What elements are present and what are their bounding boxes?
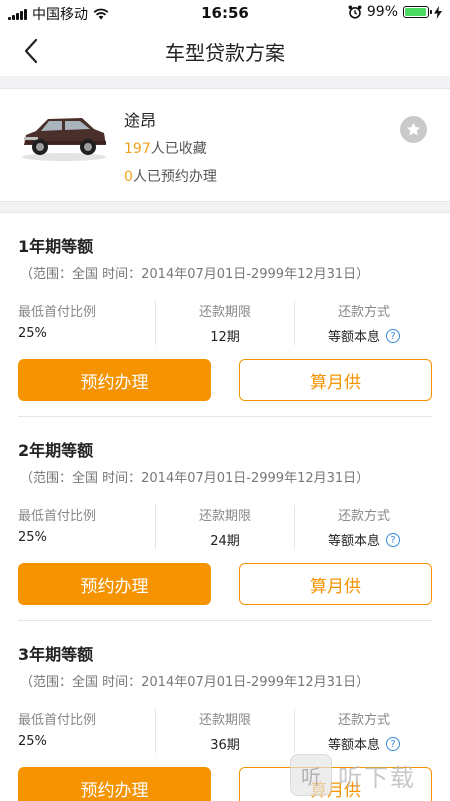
reserve-button[interactable]: 预约办理 xyxy=(18,767,211,801)
repayment-method: 还款方式 等额本息 ? xyxy=(296,709,432,753)
method-row: 等额本息 ? xyxy=(296,326,432,345)
column-divider xyxy=(294,301,295,345)
column-divider xyxy=(294,709,295,753)
watermark-text: 听下载 xyxy=(338,763,416,792)
term-value: 24期 xyxy=(210,534,240,549)
method-value: 等额本息 xyxy=(327,330,380,345)
plan-details: 最低首付比例 25% 还款期限 12期 还款方式 等额本息 ? xyxy=(0,301,450,345)
alarm-icon xyxy=(348,5,362,19)
repayment-method: 还款方式 等额本息 ? xyxy=(296,301,432,345)
down-payment-value: 25% xyxy=(18,530,47,545)
loan-plans-list: 1年期等额 （范围：全国 时间：2014年07月01日-2999年12月31日）… xyxy=(0,212,450,801)
plan-range: （范围：全国 时间：2014年07月01日-2999年12月31日） xyxy=(20,267,370,282)
down-payment: 最低首付比例 25% xyxy=(18,301,154,345)
column-divider xyxy=(294,505,295,549)
plan-details: 最低首付比例 25% 还款期限 24期 还款方式 等额本息 ? xyxy=(0,505,450,549)
reserve-line: 0人已预约办理 xyxy=(124,166,217,186)
loan-plan: 1年期等额 （范围：全国 时间：2014年07月01日-2999年12月31日）… xyxy=(0,213,450,417)
term-label: 还款期限 xyxy=(198,713,251,728)
repayment-method: 还款方式 等额本息 ? xyxy=(296,505,432,549)
repayment-term: 还款期限 12期 xyxy=(156,301,294,345)
status-right: 99% xyxy=(348,4,442,20)
plan-range: （范围：全国 时间：2014年07月01日-2999年12月31日） xyxy=(20,675,370,690)
down-payment: 最低首付比例 25% xyxy=(18,709,154,753)
plan-title: 3年期等额 xyxy=(18,645,94,664)
reserve-button[interactable]: 预约办理 xyxy=(18,563,211,605)
plan-range: （范围：全国 时间：2014年07月01日-2999年12月31日） xyxy=(20,471,370,486)
favorites-count: 197 xyxy=(124,141,151,157)
method-label: 还款方式 xyxy=(337,713,390,728)
loan-plan: 2年期等额 （范围：全国 时间：2014年07月01日-2999年12月31日）… xyxy=(0,417,450,621)
help-icon[interactable]: ? xyxy=(386,736,400,751)
favorites-line: 197人已收藏 xyxy=(124,138,207,158)
down-payment-label: 最低首付比例 xyxy=(18,713,97,728)
plan-title: 1年期等额 xyxy=(18,237,94,256)
watermark: 听 听下载 xyxy=(290,750,450,800)
calculate-monthly-button[interactable]: 算月供 xyxy=(239,359,432,401)
down-payment-label: 最低首付比例 xyxy=(18,305,97,320)
battery-icon xyxy=(403,6,432,18)
down-payment-value: 25% xyxy=(18,326,47,341)
repayment-term: 还款期限 36期 xyxy=(156,709,294,753)
term-value: 12期 xyxy=(210,330,240,345)
down-payment-label: 最低首付比例 xyxy=(18,509,97,524)
car-card[interactable]: 途昂 197人已收藏 0人已预约办理 xyxy=(0,88,450,202)
reserve-button[interactable]: 预约办理 xyxy=(18,359,211,401)
method-row: 等额本息 ? xyxy=(296,530,432,549)
plan-details: 最低首付比例 25% 还款期限 36期 还款方式 等额本息 ? xyxy=(0,709,450,753)
car-name: 途昂 xyxy=(124,111,157,130)
plan-title: 2年期等额 xyxy=(18,441,94,460)
down-payment-value: 25% xyxy=(18,734,47,749)
car-image xyxy=(22,118,106,161)
battery-percent: 99% xyxy=(366,4,398,20)
term-value: 36期 xyxy=(210,738,240,753)
calculate-monthly-button[interactable]: 算月供 xyxy=(239,563,432,605)
status-bar: 中国移动 16:56 99% xyxy=(0,0,450,26)
watermark-logo-icon: 听 xyxy=(290,754,332,796)
charging-icon xyxy=(434,5,442,19)
method-label: 还款方式 xyxy=(337,509,390,524)
favorites-text: 人已收藏 xyxy=(150,141,207,157)
page-title: 车型贷款方案 xyxy=(165,41,285,65)
help-icon[interactable]: ? xyxy=(386,532,400,547)
method-value: 等额本息 xyxy=(327,534,380,549)
method-label: 还款方式 xyxy=(337,305,390,320)
nav-bar: 车型贷款方案 xyxy=(0,26,450,76)
favorite-button[interactable] xyxy=(400,116,427,143)
term-label: 还款期限 xyxy=(198,509,251,524)
down-payment: 最低首付比例 25% xyxy=(18,505,154,549)
repayment-term: 还款期限 24期 xyxy=(156,505,294,549)
reserve-text: 人已预约办理 xyxy=(132,169,217,185)
term-label: 还款期限 xyxy=(198,305,251,320)
star-icon xyxy=(406,122,421,136)
reserve-count: 0 xyxy=(124,169,133,185)
help-icon[interactable]: ? xyxy=(386,328,400,343)
